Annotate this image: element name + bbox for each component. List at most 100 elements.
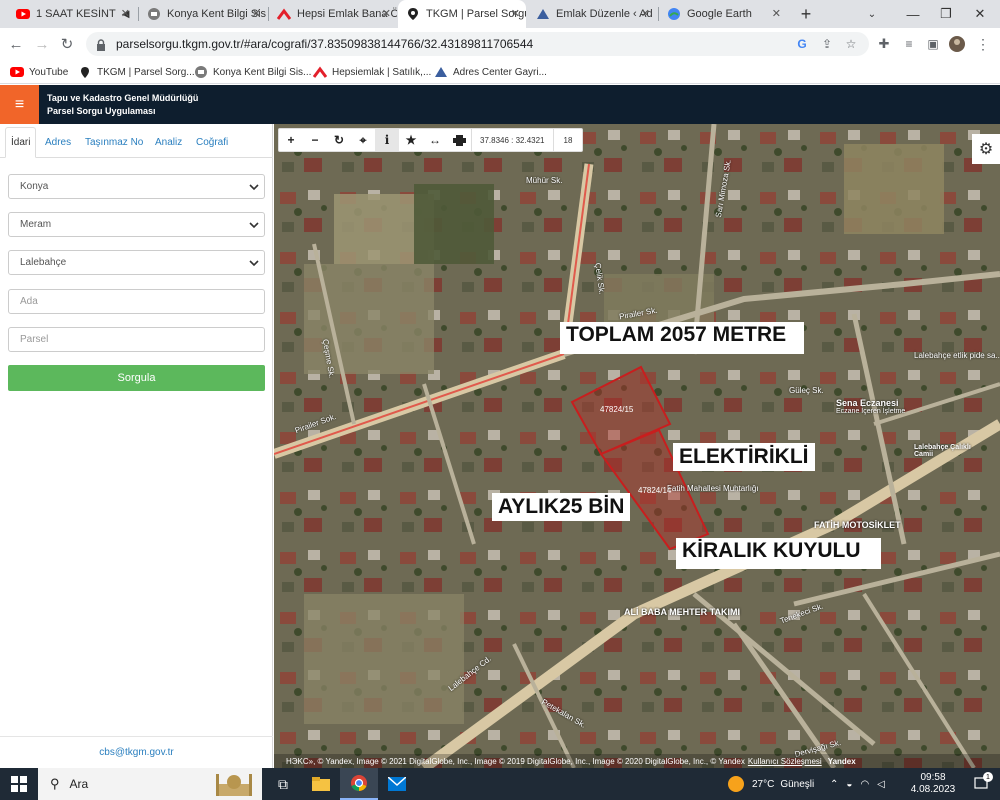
reload-button[interactable]: ↻ <box>57 34 77 54</box>
zoom-level-readout: 18 <box>552 129 583 151</box>
parsel-placeholder: Parsel <box>20 334 49 345</box>
tab-youtube[interactable]: 1 SAAT KESİNT ◀ ✕ <box>8 0 136 28</box>
print-icon[interactable] <box>447 129 471 151</box>
windows-start-button[interactable] <box>0 768 38 800</box>
refresh-icon[interactable]: ↻ <box>327 129 351 151</box>
address-bar[interactable]: parselsorgu.tkgm.gov.tr/#ara/cografi/37.… <box>86 32 869 56</box>
temperature: 27°C <box>752 778 775 790</box>
settings-gear-icon[interactable]: ⚙ <box>972 134 1000 164</box>
close-icon[interactable]: ✕ <box>382 7 391 20</box>
overlay-total-area: TOPLAM 2057 METRE <box>560 322 805 354</box>
menu-kebab-icon[interactable]: ⋮ <box>973 34 993 54</box>
close-icon[interactable]: ✕ <box>252 7 261 20</box>
time: 09:58 <box>920 772 946 783</box>
map-attribution: HЭKC», © Yandex, Image © 2021 DigitalGlo… <box>274 754 1000 768</box>
extensions-icon[interactable]: ✚ <box>874 34 894 54</box>
weather-text: Güneşli <box>780 778 815 790</box>
bookmark-hepsiemlak[interactable]: Hepsiemlak | Satılık,... <box>313 64 431 80</box>
locate-icon[interactable]: ⌖ <box>351 129 375 151</box>
hamburger-menu-button[interactable]: ≡ <box>0 85 39 124</box>
bookmark-konya-kent[interactable]: Konya Kent Bilgi Sis... <box>194 64 311 80</box>
tab-idari[interactable]: İdari <box>5 127 37 158</box>
bookmark-label: Konya Kent Bilgi Sis... <box>213 66 312 78</box>
overlay-rental: KİRALIK KUYULU <box>676 538 881 569</box>
attribution-text: HЭKC», © Yandex, Image © 2021 DigitalGlo… <box>286 756 745 766</box>
search-panel: İdari Adres Taşınmaz No Analiz Coğrafi K… <box>0 124 273 768</box>
new-tab-button[interactable]: + <box>788 0 824 28</box>
close-icon[interactable]: ✕ <box>511 7 520 20</box>
network-icon[interactable]: ◒ <box>846 779 852 790</box>
lock-icon <box>96 38 106 51</box>
bookmark-label: Adres Center Gayri... <box>453 66 547 78</box>
attribution-tail: Yandex <box>827 756 856 766</box>
terms-link[interactable]: Kullanıcı Sözleşmesi <box>748 757 822 766</box>
parsel-input[interactable]: Parsel <box>8 327 265 352</box>
tab-hepsiemlak[interactable]: Hepsi Emlak Bana Ö ✕ <box>269 0 397 28</box>
task-view-icon[interactable]: ⧉ <box>264 768 302 800</box>
tab-adres[interactable]: Adres <box>45 127 71 158</box>
notification-center-icon[interactable]: 1 <box>966 768 996 800</box>
volume-icon[interactable]: ◁ <box>877 779 885 790</box>
bookmark-adres-center[interactable]: Adres Center Gayri... <box>434 64 547 80</box>
mail-icon[interactable] <box>378 768 416 800</box>
bookmark-label: Hepsiemlak | Satılık,... <box>332 66 432 78</box>
info-icon[interactable]: i <box>375 129 399 151</box>
map-view[interactable]: 47824/15 47824/14 Mühür Sk. Çelik Sk. Pi… <box>274 124 1000 768</box>
taskbar-search-box[interactable]: ⚲ Ara <box>38 768 262 800</box>
chevron-up-icon[interactable]: ⌃ <box>830 779 838 790</box>
youtube-icon <box>10 65 24 79</box>
province-select[interactable]: Konya <box>8 174 265 199</box>
district-select[interactable]: Meram <box>8 212 265 237</box>
side-panel-icon[interactable]: ▣ <box>923 34 943 54</box>
bookmark-youtube[interactable]: YouTube <box>10 64 68 80</box>
file-explorer-icon[interactable] <box>302 768 340 800</box>
tab-konya-kent[interactable]: Konya Kent Bilgi Sis ✕ <box>139 0 267 28</box>
browser-toolbar: ← → ↻ parselsorgu.tkgm.gov.tr/#ara/cogra… <box>0 28 1000 60</box>
bookmark-star-icon[interactable]: ☆ <box>843 36 859 52</box>
share-icon[interactable]: ⇪ <box>819 36 835 52</box>
search-placeholder: Ara <box>69 777 89 791</box>
map-toolbar: + − ↻ ⌖ i ★ ↔ 37.8346 : 32.4321 18 <box>278 128 584 152</box>
satellite-imagery <box>274 124 1000 768</box>
chrome-icon[interactable] <box>340 768 378 800</box>
clock[interactable]: 09:58 4.08.2023 <box>911 768 956 800</box>
tab-title: 1 SAAT KESİNT <box>36 8 116 20</box>
tab-analiz[interactable]: Analiz <box>155 127 182 158</box>
tab-tkgm[interactable]: TKGM | Parsel Sorgu ✕ <box>398 0 526 28</box>
avatar[interactable] <box>947 34 967 54</box>
tray-icons: ⌃ ◒ ◠ ◁ <box>830 768 885 800</box>
close-window-button[interactable]: ✕ <box>960 0 1000 28</box>
street-label: Mühür Sk. <box>526 176 563 185</box>
poi-label: ALİ BABA MEHTER TAKIMI <box>624 607 740 617</box>
wifi-icon[interactable]: ◠ <box>860 779 869 790</box>
media-icon[interactable]: ≡ <box>899 34 919 54</box>
poi-label: Sena Eczanesi <box>836 398 899 408</box>
google-icon[interactable]: G <box>794 36 810 52</box>
neighborhood-select[interactable]: Lalebahçe <box>8 250 265 275</box>
map-pin-icon <box>406 7 420 21</box>
tab-google-earth[interactable]: Google Earth ✕ <box>659 0 787 28</box>
bookmark-tkgm[interactable]: TKGM | Parsel Sorg... <box>78 64 195 80</box>
sun-icon <box>728 776 744 792</box>
browser-tab-strip: 1 SAAT KESİNT ◀ ✕ Konya Kent Bilgi Sis ✕… <box>0 0 1000 28</box>
zoom-out-button[interactable]: − <box>303 129 327 151</box>
weather-widget[interactable]: 27°C Güneşli <box>728 768 814 800</box>
ada-input[interactable]: Ada <box>8 289 265 314</box>
close-icon[interactable]: ✕ <box>641 7 650 20</box>
tab-cografi[interactable]: Coğrafi <box>196 127 228 158</box>
zoom-in-button[interactable]: + <box>279 129 303 151</box>
close-icon[interactable]: ✕ <box>772 7 781 20</box>
tab-tasinmaz-no[interactable]: Taşınmaz No <box>85 127 143 158</box>
windows-taskbar: ⚲ Ara ⧉ 27°C Güneşli ⌃ ◒ ◠ ◁ 09:58 4.08.… <box>0 768 1000 800</box>
star-icon[interactable]: ★ <box>399 129 423 151</box>
tab-search-chevron-icon[interactable]: ⌄ <box>858 0 886 28</box>
sorgula-button[interactable]: Sorgula <box>8 365 265 391</box>
close-icon[interactable]: ✕ <box>121 7 130 20</box>
measure-icon[interactable]: ↔ <box>423 129 447 151</box>
poi-label: Eczane İçeren İşletme <box>836 408 906 415</box>
forward-button[interactable]: → <box>32 34 52 54</box>
back-button[interactable]: ← <box>6 34 26 54</box>
footer-email-link[interactable]: cbs@tkgm.gov.tr <box>0 736 273 768</box>
parcel-label: 47824/15 <box>600 405 634 414</box>
tab-emlak-duzenle[interactable]: Emlak Düzenle ‹ Ad ✕ <box>528 0 656 28</box>
